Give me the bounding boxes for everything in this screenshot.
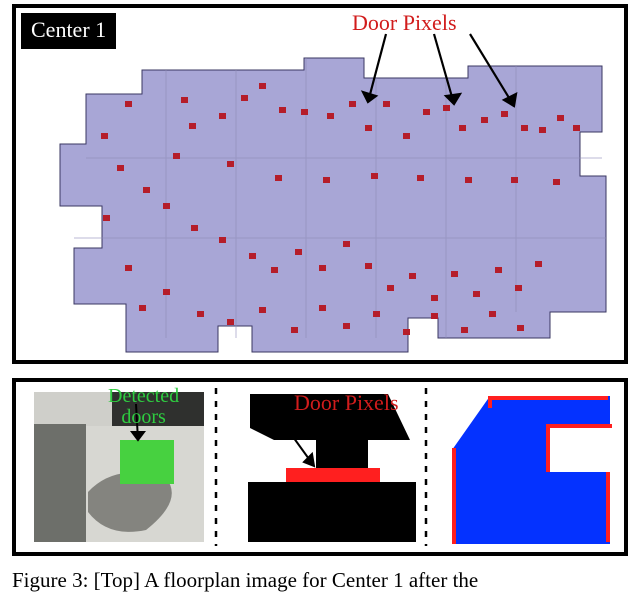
detected-door-overlay (120, 440, 174, 484)
door-pixels-label-top: Door Pixels (352, 10, 457, 36)
door-pixels-label-bottom: Door Pixels (294, 390, 399, 416)
top-panel: Center 1 (12, 4, 628, 364)
floorplan-svg (16, 8, 624, 360)
detected-doors-label: Detected doors (108, 386, 179, 428)
right-tile (436, 390, 616, 544)
bottom-panel: Detected doors Door Pixels (12, 378, 628, 556)
figure-wrap: Center 1 (0, 0, 640, 599)
door-pixel-band (286, 468, 380, 482)
figure-caption: Figure 3: [Top] A floorplan image for Ce… (12, 568, 628, 593)
